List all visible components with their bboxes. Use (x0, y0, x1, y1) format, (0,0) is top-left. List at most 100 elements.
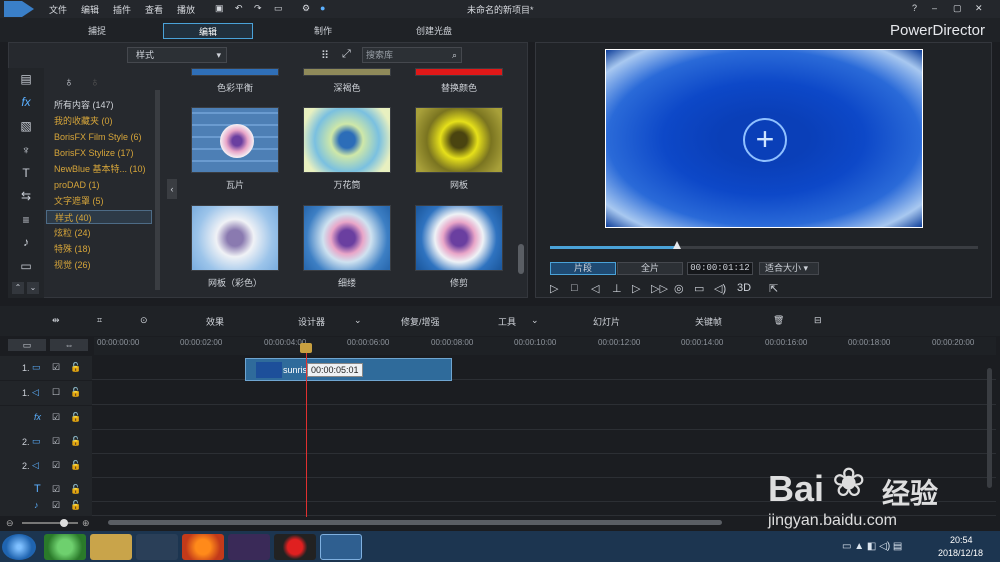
particle-room-icon[interactable]: ♆ (18, 142, 34, 158)
slideshow-button[interactable]: 幻灯片 (593, 315, 620, 328)
library-filter-dropdown[interactable]: 样式 ▾ (127, 47, 227, 63)
voiceover-icon[interactable]: ♪ (18, 234, 34, 250)
category-item[interactable]: BorisFX Stylize (17) (54, 146, 134, 160)
settings-icon[interactable]: ⚙ (302, 3, 310, 14)
playhead-handle[interactable] (300, 343, 312, 353)
category-item[interactable]: 视觉 (26) (54, 258, 91, 272)
taskbar-app-explorer[interactable] (90, 534, 132, 560)
fix-enhance-button[interactable]: 修复/增强 (401, 315, 440, 328)
taskbar-app-browser[interactable] (44, 534, 86, 560)
undock-icon[interactable]: ⇱ (769, 282, 778, 295)
keyframe-button[interactable]: 关键帧 (695, 315, 722, 328)
tab-capture[interactable]: 捕捉 (52, 23, 142, 39)
search-icon[interactable]: ⌕ (452, 48, 457, 62)
effect-thumbnail-noise[interactable] (303, 205, 391, 271)
more-icon[interactable]: ⊟ (814, 315, 822, 326)
lock-icon[interactable]: 🔓 (70, 484, 81, 495)
fx-track[interactable]: fx ☑ 🔓 (0, 406, 996, 430)
category-item[interactable]: 所有内容 (147) (54, 98, 114, 112)
transition-room-icon[interactable]: ⇆ (18, 188, 34, 204)
lock-icon[interactable]: 🔓 (70, 500, 81, 511)
taskbar-app-recorder[interactable] (274, 534, 316, 560)
menu-plugins[interactable]: 插件 (113, 3, 131, 16)
save-icon[interactable]: ▣ (215, 3, 224, 14)
play-icon[interactable]: ▷ (550, 282, 558, 295)
timecode-display[interactable]: 00:00:01:12 (687, 262, 753, 275)
pip-room-icon[interactable]: ▧ (18, 118, 34, 134)
category-item[interactable]: NewBlue 基本特... (10) (54, 162, 146, 176)
category-item[interactable]: 特殊 (18) (54, 242, 91, 256)
effect-thumbnail-crop[interactable] (415, 205, 503, 271)
audio-mix-icon[interactable]: ≡ (18, 212, 34, 228)
effect-thumbnail[interactable] (303, 68, 391, 76)
title-room-icon[interactable]: T (18, 165, 34, 181)
track-checkbox[interactable]: ☑ (52, 484, 60, 495)
track-checkbox[interactable]: ☑ (52, 500, 60, 511)
aspect-icon[interactable]: ▭ (274, 3, 283, 14)
category-scrollbar[interactable] (155, 90, 160, 290)
effect-thumbnail-kaleidoscope[interactable] (303, 107, 391, 173)
taskbar-app-qq[interactable] (136, 534, 178, 560)
expand-icon[interactable]: ⤢ (342, 48, 351, 61)
add-icon[interactable]: + (743, 118, 787, 162)
category-item[interactable]: BorisFX Film Style (6) (54, 130, 142, 144)
effect-thumbnail-color-halftone[interactable] (191, 205, 279, 271)
3d-toggle[interactable]: 3D (737, 282, 751, 294)
fit-dropdown[interactable]: 适合大小 ▾ (759, 262, 819, 275)
collapse-up-icon[interactable]: ⌃ (12, 282, 24, 294)
menu-edit[interactable]: 编辑 (81, 3, 99, 16)
collapse-down-icon[interactable]: ⌄ (27, 282, 39, 294)
track-checkbox[interactable]: ☑ (52, 362, 60, 373)
track-checkbox[interactable]: ☑ (52, 436, 60, 447)
next-frame-icon[interactable]: ▷ (632, 282, 640, 295)
undo-icon[interactable]: ↶ (235, 3, 243, 14)
media-room-icon[interactable]: ▤ (18, 71, 34, 87)
tab-create-disc[interactable]: 创建光盘 (389, 23, 479, 39)
category-item-selected[interactable]: 样式 (40) (46, 210, 152, 224)
split-icon[interactable]: ⊥ (612, 282, 622, 295)
tab-edit[interactable]: 编辑 (163, 23, 253, 39)
effect-thumbnail[interactable] (415, 68, 503, 76)
crop-icon[interactable]: ⌗ (97, 315, 102, 326)
trash-icon[interactable]: 🗑 (773, 315, 784, 326)
minimize-icon[interactable]: – (932, 3, 937, 13)
video-track-1[interactable]: 1. ▭ ☑ 🔓 (0, 356, 996, 380)
clock-date[interactable]: 2018/12/18 (938, 548, 983, 558)
vertical-scrollbar[interactable] (987, 368, 992, 488)
track-checkbox[interactable]: ☑ (52, 460, 60, 471)
grid-view-icon[interactable]: ⠿ (321, 49, 329, 62)
designer-button[interactable]: 设计器 (298, 315, 325, 328)
lock-icon[interactable]: 🔓 (70, 387, 81, 398)
zoom-in-icon[interactable]: ⊕ (82, 518, 90, 529)
tab-produce[interactable]: 制作 (278, 23, 368, 39)
restore-icon[interactable]: ▢ (953, 3, 962, 14)
video-track-2[interactable]: 2. ▭ ☑ 🔓 (0, 430, 996, 454)
taskbar-app-media[interactable] (228, 534, 270, 560)
zoom-out-icon[interactable]: ⊖ (6, 518, 14, 529)
snapshot-icon[interactable]: ◎ (674, 282, 684, 295)
playhead-slider[interactable] (550, 241, 978, 249)
check-circle-icon[interactable]: ⊙ (140, 315, 148, 326)
zoom-slider[interactable] (22, 519, 78, 527)
tools-button[interactable]: 工具 (498, 315, 516, 328)
track-checkbox[interactable]: ☐ (52, 387, 60, 398)
split-tool-icon[interactable]: ⇹ (52, 315, 60, 326)
category-item[interactable]: 文字遮罩 (5) (54, 194, 104, 208)
subtitle-room-icon[interactable]: ▭ (18, 258, 34, 274)
zoom-thumb[interactable] (60, 519, 68, 527)
track-checkbox[interactable]: ☑ (52, 412, 60, 423)
audio-track-1[interactable]: 1. ◁ ☐ 🔓 (0, 381, 996, 405)
preview-canvas[interactable]: + (605, 49, 923, 228)
prev-frame-icon[interactable]: ◁ (591, 282, 599, 295)
close-icon[interactable]: ✕ (975, 3, 983, 14)
start-button[interactable] (2, 534, 36, 560)
stop-icon[interactable]: □ (571, 282, 578, 294)
clock-time[interactable]: 20:54 (950, 535, 973, 545)
designer-chevron-icon[interactable]: ⌄ (354, 315, 362, 326)
effect-thumbnail[interactable] (191, 68, 279, 76)
lock-icon[interactable]: 🔓 (70, 436, 81, 447)
timeline-view-button[interactable]: ▭ (8, 339, 46, 351)
fx-room-icon[interactable]: fx (18, 94, 34, 110)
redo-icon[interactable]: ↷ (254, 3, 262, 14)
menu-file[interactable]: 文件 (49, 3, 67, 16)
